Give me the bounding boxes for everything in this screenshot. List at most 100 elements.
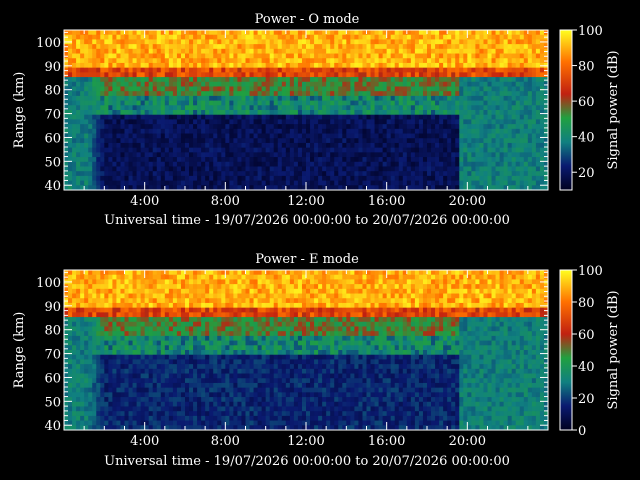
heatmap-cell xyxy=(459,175,464,182)
heatmap-cell xyxy=(189,34,194,40)
heatmap-cell xyxy=(217,34,222,40)
heatmap-cell xyxy=(507,142,513,149)
heatmap-cell xyxy=(431,30,436,36)
heatmap-cell xyxy=(535,86,541,92)
heatmap-cell xyxy=(68,110,73,116)
heatmap-cell xyxy=(64,359,69,365)
heatmap-cell xyxy=(257,86,263,92)
heatmap-cell xyxy=(148,124,154,130)
heatmap-cell xyxy=(398,114,404,120)
heatmap-cell xyxy=(354,138,359,144)
heatmap-cell xyxy=(100,138,105,144)
heatmap-cell xyxy=(112,138,117,144)
heatmap-cell xyxy=(185,133,190,139)
heatmap-cell xyxy=(535,128,541,135)
heatmap-cell xyxy=(491,72,497,78)
heatmap-cell xyxy=(451,86,456,92)
heatmap-cell xyxy=(100,34,105,40)
heatmap-cell xyxy=(124,317,130,323)
heatmap-cell xyxy=(527,95,533,102)
heatmap-cell xyxy=(527,81,533,87)
heatmap-cell xyxy=(209,110,214,116)
heatmap-cell xyxy=(519,105,525,111)
heatmap-cell xyxy=(439,67,444,73)
heatmap-cell xyxy=(499,142,505,149)
heatmap-cell xyxy=(80,397,85,403)
heatmap-cell xyxy=(499,44,505,50)
heatmap-cell xyxy=(140,110,146,116)
heatmap-cell xyxy=(156,30,162,36)
heatmap-cell xyxy=(346,152,351,158)
heatmap-cell xyxy=(422,48,428,55)
heatmap-cell xyxy=(447,48,452,55)
heatmap-cell xyxy=(358,175,363,182)
heatmap-cell xyxy=(495,86,501,92)
heatmap-cell xyxy=(281,138,287,144)
heatmap-cell xyxy=(257,171,263,177)
heatmap-cell xyxy=(132,411,138,417)
heatmap-cell xyxy=(334,62,339,69)
heatmap-cell xyxy=(108,128,113,135)
heatmap-cell xyxy=(483,100,488,106)
heatmap-cell xyxy=(144,48,150,55)
heatmap-cell xyxy=(257,133,263,139)
heatmap-cell xyxy=(390,62,396,69)
heatmap-cell xyxy=(164,171,170,177)
heatmap-cell xyxy=(402,133,408,139)
heatmap-cell xyxy=(523,171,529,177)
heatmap-cell xyxy=(213,67,218,73)
heatmap-cell xyxy=(253,105,259,111)
heatmap-cell xyxy=(172,166,178,172)
heatmap-cell xyxy=(265,133,271,139)
heatmap-cell xyxy=(88,100,93,106)
heatmap-cell xyxy=(273,95,279,102)
heatmap-cell xyxy=(233,95,238,102)
heatmap-cell xyxy=(152,48,158,55)
heatmap-cell xyxy=(116,180,121,186)
heatmap-cell xyxy=(209,53,214,59)
heatmap-cell xyxy=(394,105,400,111)
heatmap-cell xyxy=(205,48,210,55)
heatmap-cell xyxy=(293,175,299,182)
heatmap-cell xyxy=(100,406,105,412)
heatmap-cell xyxy=(140,298,146,304)
heatmap-cell xyxy=(96,34,101,40)
heatmap-cell xyxy=(354,110,359,116)
heatmap-cell xyxy=(346,62,351,69)
heatmap-cell xyxy=(277,81,283,87)
heatmap-cell xyxy=(104,77,109,83)
heatmap-cell xyxy=(386,77,392,83)
heatmap-cell xyxy=(225,138,230,144)
heatmap-cell xyxy=(273,119,279,125)
heatmap-cell xyxy=(515,72,521,78)
heatmap-cell xyxy=(511,138,517,144)
heatmap-cell xyxy=(124,406,130,412)
heatmap-cell xyxy=(269,62,275,69)
heatmap-cell xyxy=(338,142,343,149)
heatmap-cell xyxy=(281,124,287,130)
heatmap-cell xyxy=(265,81,271,87)
heatmap-cell xyxy=(193,142,198,149)
heatmap-cell xyxy=(92,180,97,186)
heatmap-cell xyxy=(92,138,97,144)
heatmap-cell xyxy=(136,298,142,304)
heatmap-cell xyxy=(511,95,517,102)
heatmap-cell xyxy=(535,133,541,139)
heatmap-cell xyxy=(132,335,138,342)
heatmap-cell xyxy=(209,133,214,139)
heatmap-cell xyxy=(406,39,412,45)
heatmap-cell xyxy=(322,114,327,120)
heatmap-cell xyxy=(160,100,166,106)
heatmap-cell xyxy=(92,119,97,125)
heatmap-cell xyxy=(76,406,81,412)
heatmap-cell xyxy=(402,67,408,73)
heatmap-cell xyxy=(229,48,234,55)
heatmap-cell xyxy=(100,114,105,120)
heatmap-cell xyxy=(297,175,303,182)
heatmap-cell xyxy=(132,166,138,172)
heatmap-cell xyxy=(499,128,505,135)
heatmap-cell xyxy=(475,157,480,163)
heatmap-cell xyxy=(249,166,255,172)
heatmap-cell xyxy=(414,95,420,102)
heatmap-cell xyxy=(148,326,154,332)
